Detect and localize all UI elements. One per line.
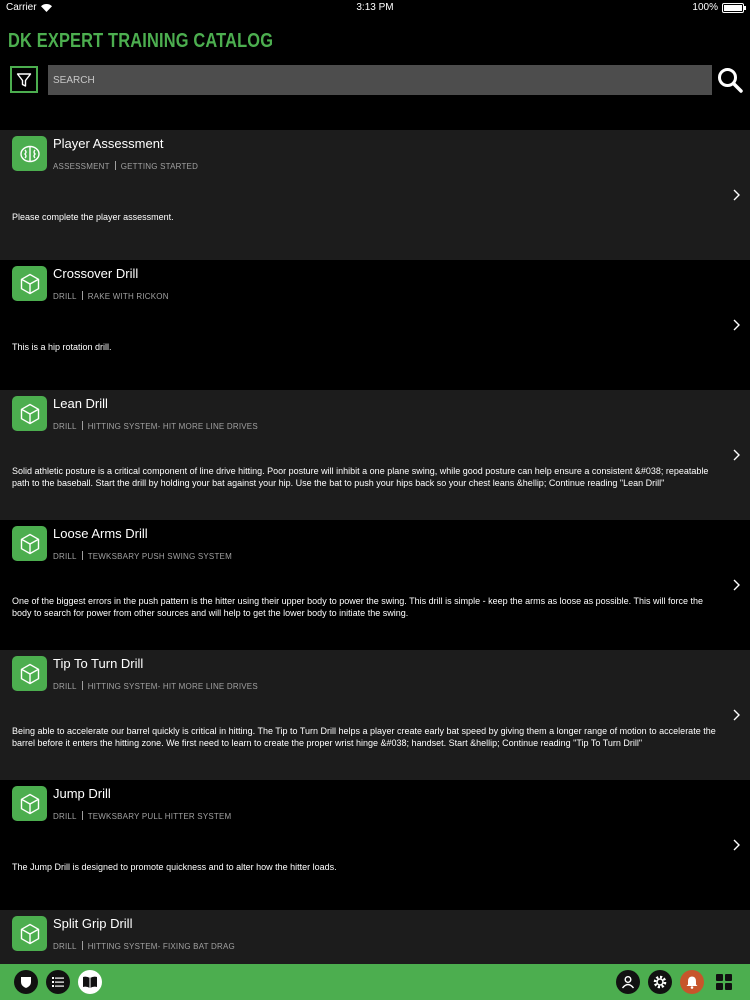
chevron-right-icon [733, 839, 740, 851]
search-icon [718, 68, 743, 93]
item-description-wrap: Solid athletic posture is a critical com… [12, 390, 720, 520]
chevron-right-icon [733, 579, 740, 591]
item-description-wrap: The Jump Drill is designed to promote qu… [12, 780, 720, 910]
cube-icon [12, 916, 47, 951]
item-description-wrap: This is a hip rotation drill. [12, 260, 720, 390]
clock: 3:13 PM [356, 2, 394, 13]
item-description: One of the biggest errors in the push pa… [12, 595, 704, 619]
list-item[interactable]: Crossover Drill DRILL RAKE WITH RICKON Th… [0, 260, 750, 390]
catalog-list[interactable]: Player Assessment ASSESSMENT GETTING STAR… [0, 130, 750, 964]
chevron-right-icon [733, 189, 740, 201]
item-category: DRILL [53, 942, 77, 951]
chevron-right-icon [733, 709, 740, 721]
item-description: The Jump Drill is designed to promote qu… [12, 861, 337, 872]
filter-icon [16, 72, 32, 87]
gear-icon [653, 975, 667, 989]
item-description-wrap: Being able to accelerate our barrel quic… [12, 650, 720, 780]
tab-notifications[interactable] [680, 970, 704, 994]
item-meta: DRILL HITTING SYSTEM- FIXING BAT DRAG [53, 941, 235, 951]
tab-grid[interactable] [712, 970, 736, 994]
list-item[interactable]: Loose Arms Drill DRILL TEWKSBARY PUSH SWI… [0, 520, 750, 650]
tab-shield[interactable] [14, 970, 38, 994]
item-description-wrap: One of the biggest errors in the push pa… [12, 520, 720, 650]
grid-icon [716, 974, 732, 990]
filter-button[interactable] [10, 66, 38, 93]
battery-icon [722, 2, 746, 13]
list-item[interactable]: Split Grip Drill DRILL HITTING SYSTEM- FI… [0, 910, 750, 964]
tab-settings[interactable] [648, 970, 672, 994]
tab-catalog[interactable] [78, 970, 102, 994]
book-icon [83, 976, 97, 988]
item-title: Split Grip Drill [53, 916, 133, 931]
list-item[interactable]: Jump Drill DRILL TEWKSBARY PULL HITTER SY… [0, 780, 750, 910]
tab-profile[interactable] [616, 970, 640, 994]
page-title: DK EXPERT TRAINING CATALOG [8, 30, 274, 52]
list-icon [52, 977, 64, 987]
chevron-right-icon [733, 449, 740, 461]
list-item[interactable]: Player Assessment ASSESSMENT GETTING STAR… [0, 130, 750, 260]
item-description: Please complete the player assessment. [12, 211, 174, 222]
item-description: Solid athletic posture is a critical com… [12, 465, 709, 489]
list-item[interactable]: Tip To Turn Drill DRILL HITTING SYSTEM- H… [0, 650, 750, 780]
search-button[interactable] [716, 66, 744, 94]
list-item[interactable]: Lean Drill DRILL HITTING SYSTEM- HIT MORE… [0, 390, 750, 520]
item-description-wrap: Please complete the player assessment. [12, 130, 720, 260]
bell-icon [686, 976, 698, 989]
search-input[interactable] [48, 65, 712, 95]
status-bar: Carrier 3:13 PM 100% [0, 0, 750, 16]
battery-percent: 100% [692, 2, 718, 13]
battery-group: 100% [692, 2, 746, 13]
item-description: This is a hip rotation drill. [12, 341, 112, 352]
user-icon [621, 976, 635, 989]
shield-icon [21, 977, 31, 988]
chevron-right-icon [733, 319, 740, 331]
tab-list[interactable] [46, 970, 70, 994]
item-program: HITTING SYSTEM- FIXING BAT DRAG [87, 942, 235, 951]
item-description: Being able to accelerate our barrel quic… [12, 725, 716, 749]
tab-bar [0, 964, 750, 1000]
